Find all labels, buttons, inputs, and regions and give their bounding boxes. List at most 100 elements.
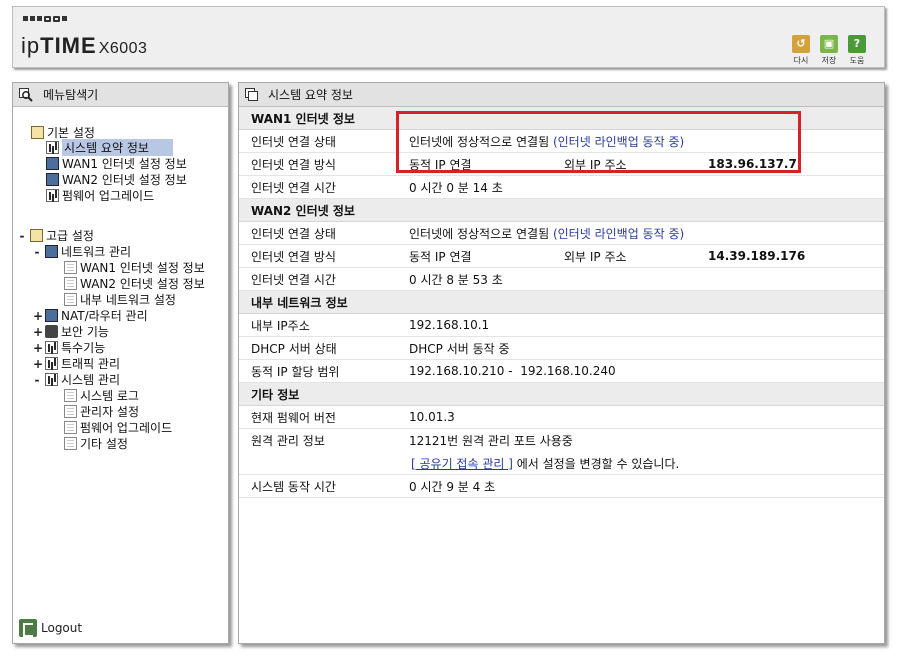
model-name: X6003 <box>98 40 148 57</box>
tree-network-management[interactable]: - 네트워크 관리 <box>33 244 132 260</box>
wan1-method-row: 인터넷 연결 방식 동적 IP 연결 외부 IP 주소 183.96.137.7 <box>239 153 884 176</box>
tree-label: 펌웨어 업그레이드 <box>80 421 173 435</box>
row-value: [ 공유기 접속 관리 ] 에서 설정을 변경할 수 있습니다. <box>409 455 884 472</box>
logo-bold: TIME <box>40 33 97 58</box>
wan2-time-value: 0 시간 8 분 53 초 <box>409 272 503 287</box>
logout-button[interactable]: Logout <box>19 619 82 637</box>
tree-wan1-settings[interactable]: WAN1 인터넷 설정 정보 <box>46 156 187 171</box>
wan1-time-row: 인터넷 연결 시간 0 시간 0 분 14 초 <box>239 176 884 199</box>
app-header: ipTIME X6003 ↺ 다시 ▣ 저장 ? 도움 <box>12 6 885 68</box>
tree-label: 트래픽 관리 <box>61 357 121 371</box>
tree-label: 특수기능 <box>61 341 106 355</box>
collapse-icon[interactable]: - <box>18 229 26 243</box>
tree-label: 관리자 설정 <box>80 405 140 419</box>
wan2-backup-status: (인터넷 라인백업 동작 중) <box>552 226 685 241</box>
summary-title-bar: 시스템 요약 정보 <box>239 83 884 107</box>
row-label: 현재 펌웨어 버전 <box>251 410 336 425</box>
tree-system-management[interactable]: - 시스템 관리 <box>33 372 121 388</box>
logo-prefix: ip <box>21 33 41 58</box>
router-icon <box>45 309 58 322</box>
tree-special[interactable]: + 특수기능 <box>33 340 106 356</box>
expand-icon[interactable]: + <box>33 341 43 355</box>
help-label: 도움 <box>849 56 865 65</box>
tree-admin-settings[interactable]: 관리자 설정 <box>64 404 139 419</box>
remote-mgmt-note: 에서 설정을 변경할 수 있습니다. <box>512 456 680 471</box>
tree-system-log[interactable]: 시스템 로그 <box>64 388 139 403</box>
menu-explorer-panel: 메뉴탐색기 기본 설정 시스템 요약 정보 WAN1 인터넷 설정 정보 WAN… <box>12 82 229 644</box>
wan1-ip-label: 외부 IP 주소 <box>564 157 627 172</box>
logo: ipTIME X6003 <box>21 33 147 59</box>
tree-label: WAN1 인터넷 설정 정보 <box>62 157 187 171</box>
wan2-method-value: 동적 IP 연결 <box>409 249 472 264</box>
firmware-version-value: 10.01.3 <box>409 410 455 424</box>
tree-basic-settings[interactable]: 기본 설정 <box>31 125 95 140</box>
collapse-icon[interactable]: - <box>33 245 41 259</box>
lock-icon <box>45 325 58 338</box>
special-icon <box>45 341 58 354</box>
wan2-time-row: 인터넷 연결 시간 0 시간 8 분 53 초 <box>239 268 884 291</box>
tree-label: 고급 설정 <box>46 229 94 243</box>
tree-net-wan1[interactable]: WAN1 인터넷 설정 정보 <box>64 260 205 275</box>
expand-icon[interactable]: + <box>33 309 43 323</box>
tree-wan2-settings[interactable]: WAN2 인터넷 설정 정보 <box>46 172 187 187</box>
page-icon <box>64 261 77 274</box>
save-button[interactable]: ▣ 저장 <box>817 35 841 66</box>
tree-traffic[interactable]: + 트래픽 관리 <box>33 356 121 372</box>
page-icon <box>64 389 77 402</box>
folder-icon <box>30 229 43 242</box>
header-toolbar: ↺ 다시 ▣ 저장 ? 도움 <box>789 35 869 66</box>
dhcp-range-value: 192.168.10.210 - 192.168.10.240 <box>409 364 616 378</box>
router-access-mgmt-link[interactable]: [ 공유기 접속 관리 ] <box>411 457 513 471</box>
page-icon <box>64 437 77 450</box>
search-icon <box>19 87 33 102</box>
folder-icon <box>31 126 44 139</box>
dhcp-status-row: DHCP 서버 상태 DHCP 서버 동작 중 <box>239 337 884 360</box>
tree-security[interactable]: + 보안 기능 <box>33 324 109 340</box>
wan1-time-value: 0 시간 0 분 14 초 <box>409 180 503 195</box>
tree-label: 시스템 관리 <box>61 373 121 387</box>
row-label: 내부 IP주소 <box>251 318 310 333</box>
lan-section-header: 내부 네트워크 정보 <box>239 291 884 314</box>
tree-nat-router[interactable]: + NAT/라우터 관리 <box>33 308 148 324</box>
expand-icon[interactable]: + <box>33 357 43 371</box>
tree-label: 시스템 요약 정보 <box>62 139 173 156</box>
row-label: 시스템 동작 시간 <box>251 479 336 494</box>
window-icon <box>245 88 258 101</box>
network-icon <box>45 245 58 258</box>
tree-label: 네트워크 관리 <box>61 245 132 259</box>
wan2-status-value: 인터넷에 정상적으로 연결됨 <box>409 226 550 241</box>
tree-firmware-upgrade[interactable]: 펌웨어 업그레이드 <box>46 188 154 203</box>
system-icon <box>45 373 58 386</box>
tree-other-settings[interactable]: 기타 설정 <box>64 436 128 451</box>
page-icon <box>64 277 77 290</box>
monitor-icon <box>46 173 59 186</box>
tree-advanced-settings[interactable]: - 고급 설정 <box>18 228 94 244</box>
save-label: 저장 <box>821 56 837 65</box>
lan-ip-row: 내부 IP주소 192.168.10.1 <box>239 314 884 337</box>
tree-net-lan[interactable]: 내부 네트워크 설정 <box>64 292 176 307</box>
row-label: 원격 관리 정보 <box>251 434 325 448</box>
tree-label: 펌웨어 업그레이드 <box>62 189 155 203</box>
help-button[interactable]: ? 도움 <box>845 35 869 66</box>
wan1-ip-value: 183.96.137.7 <box>708 157 797 171</box>
expand-icon[interactable]: + <box>33 325 43 339</box>
firmware-row: 현재 펌웨어 버전 10.01.3 <box>239 406 884 429</box>
row-label: DHCP 서버 상태 <box>251 341 337 356</box>
remote-mgmt-link-row: [ 공유기 접속 관리 ] 에서 설정을 변경할 수 있습니다. <box>239 452 884 475</box>
tree-firmware-upgrade-2[interactable]: 펌웨어 업그레이드 <box>64 420 172 435</box>
undo-button[interactable]: ↺ 다시 <box>789 35 813 66</box>
wan2-method-row: 인터넷 연결 방식 동적 IP 연결 외부 IP 주소 14.39.189.17… <box>239 245 884 268</box>
tree-label: NAT/라우터 관리 <box>61 309 148 323</box>
row-label: 인터넷 연결 방식 <box>251 157 336 172</box>
collapse-icon[interactable]: - <box>33 373 41 387</box>
tree-label: WAN1 인터넷 설정 정보 <box>80 261 205 275</box>
wan1-status-value: 인터넷에 정상적으로 연결됨 <box>409 134 550 149</box>
logout-icon <box>19 619 37 637</box>
tree-label: 시스템 로그 <box>80 389 140 403</box>
wan2-status-row: 인터넷 연결 상태 인터넷에 정상적으로 연결됨 (인터넷 라인백업 동작 중) <box>239 222 884 245</box>
tree-net-wan2[interactable]: WAN2 인터넷 설정 정보 <box>64 276 205 291</box>
row-label: 인터넷 연결 시간 <box>251 180 336 195</box>
logo-mark <box>23 16 67 22</box>
tree-system-summary[interactable]: 시스템 요약 정보 <box>46 139 173 156</box>
row-label: 인터넷 연결 상태 <box>251 134 336 149</box>
